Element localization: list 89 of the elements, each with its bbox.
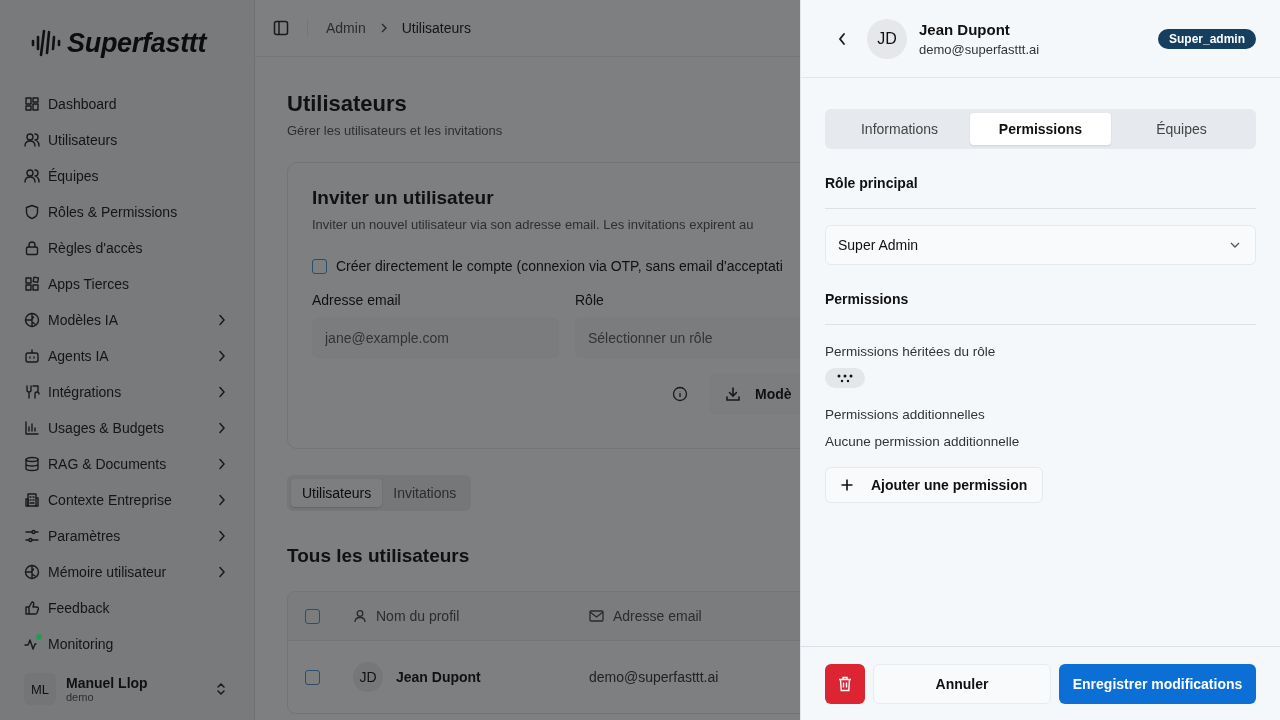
globe-icon (24, 564, 40, 580)
tab[interactable]: Informations (829, 113, 970, 145)
user-avatar: JD (867, 18, 907, 59)
pulse-icon (24, 636, 40, 652)
role-badge: Super_admin (1157, 28, 1256, 49)
row-checkbox[interactable] (305, 669, 320, 685)
card-title: Inviter un utilisateur (312, 187, 495, 209)
sidebar-item[interactable]: Rôles & Permissions (24, 194, 230, 230)
robot-icon (24, 348, 40, 364)
sidebar-item[interactable]: Paramètres (24, 518, 230, 554)
sidebar-item[interactable]: Feedback (24, 590, 230, 626)
column-header[interactable]: Nom du profil (376, 608, 460, 624)
grid-icon (24, 96, 40, 112)
cancel-button[interactable]: Annuler (873, 663, 1051, 704)
email-field[interactable]: jane@example.com (312, 318, 559, 358)
user-workspace: demo (66, 691, 95, 703)
bar-chart-icon (24, 420, 40, 436)
field-label: Permissions héritées du rôle (825, 344, 996, 359)
checkbox[interactable] (312, 258, 327, 274)
role-select[interactable]: Super Admin (825, 225, 1256, 265)
user-name: Manuel Llop (66, 675, 149, 691)
download-icon (725, 386, 741, 402)
section-heading: Rôle principal (825, 175, 918, 191)
sidebar-item[interactable]: Modèles IA (24, 302, 230, 338)
save-button[interactable]: Enregistrer modifications (1059, 663, 1256, 704)
template-button[interactable]: Modè (710, 374, 800, 414)
table-cell: demo@superfasttt.ai (589, 669, 719, 685)
building-icon (24, 492, 40, 508)
add-permission-button[interactable]: Ajouter une permission (825, 467, 1044, 503)
page-subtitle: Gérer les utilisateurs et les invitations (287, 123, 503, 138)
sidebar-item[interactable]: Mémoire utilisateur (24, 554, 230, 590)
column-header[interactable]: Adresse email (613, 608, 702, 624)
thumbs-up-icon (24, 600, 40, 616)
card-description: Inviter un nouvel utilisateur via son adresse email. Les invitations expirent au (312, 217, 755, 232)
plus-icon (841, 479, 853, 491)
checkbox-label: Créer directement le compte (connexion via OTP, sans email d'acceptati (336, 258, 783, 274)
users-icon (24, 168, 40, 184)
sidebar-item[interactable]: RAG & Documents (24, 446, 230, 482)
brand-name: Superfasttt (67, 27, 207, 59)
tab[interactable]: Permissions (970, 113, 1111, 145)
sidebar-toggle-icon[interactable] (273, 20, 289, 36)
breadcrumb-item: Utilisateurs (401, 20, 471, 36)
sidebar-item[interactable]: Usages & Budgets (24, 410, 230, 446)
empty-message: Aucune permission additionnelle (825, 434, 1020, 449)
sidebar-item[interactable]: Équipes (24, 158, 230, 194)
delete-button[interactable] (825, 663, 865, 704)
field-label: Permissions additionnelles (825, 407, 985, 422)
chevron-right-icon (379, 22, 388, 34)
breadcrumb-item[interactable]: Admin (326, 20, 366, 36)
user-menu[interactable]: ML Manuel Llop demo (24, 658, 230, 720)
sidebar-item[interactable]: Règles d'accès (24, 230, 230, 266)
field-label: Adresse email (312, 292, 402, 308)
user-icon (353, 609, 367, 623)
tab[interactable]: Invitations (382, 479, 468, 507)
sidebar-item[interactable]: Apps Tierces (24, 266, 230, 302)
loading-dots-icon (836, 373, 854, 383)
tab[interactable]: Équipes (1111, 113, 1252, 145)
sidebar-item[interactable]: Intégrations (24, 374, 230, 410)
sidebar-item[interactable]: Agents IA (24, 338, 230, 374)
apps-icon (24, 276, 40, 292)
table-cell: Jean Dupont (396, 669, 481, 685)
lock-icon (24, 240, 40, 256)
section-heading: Permissions (825, 291, 909, 307)
shield-icon (24, 204, 40, 220)
mail-icon (589, 610, 604, 622)
sidebar-item[interactable]: Utilisateurs (24, 122, 230, 158)
tab[interactable]: Utilisateurs (291, 479, 383, 507)
users-icon (24, 132, 40, 148)
section-title: Tous les utilisateurs (287, 545, 470, 567)
page-title: Utilisateurs (287, 91, 407, 117)
info-icon[interactable] (672, 386, 688, 402)
select-all-checkbox[interactable] (305, 608, 320, 624)
sidebar-item[interactable]: Contexte Entreprise (24, 482, 230, 518)
globe-icon (24, 312, 40, 328)
user-avatar: ML (24, 673, 56, 705)
role-select[interactable]: Sélectionner un rôle (575, 318, 800, 358)
trash-icon (838, 675, 852, 692)
user-name: Jean Dupont (919, 20, 1011, 38)
chevron-up-down-icon (216, 681, 226, 697)
sidebar-item[interactable]: Monitoring (24, 626, 230, 658)
sidebar-item[interactable]: Dashboard (24, 86, 230, 122)
user-email: demo@superfasttt.ai (919, 41, 1041, 57)
database-icon (24, 456, 40, 472)
chevron-down-icon (1229, 241, 1241, 249)
back-icon[interactable] (837, 31, 847, 46)
sliders-icon (24, 528, 40, 544)
plug-icon (24, 384, 40, 400)
user-avatar: JD (353, 662, 383, 692)
field-label: Rôle (575, 292, 605, 308)
